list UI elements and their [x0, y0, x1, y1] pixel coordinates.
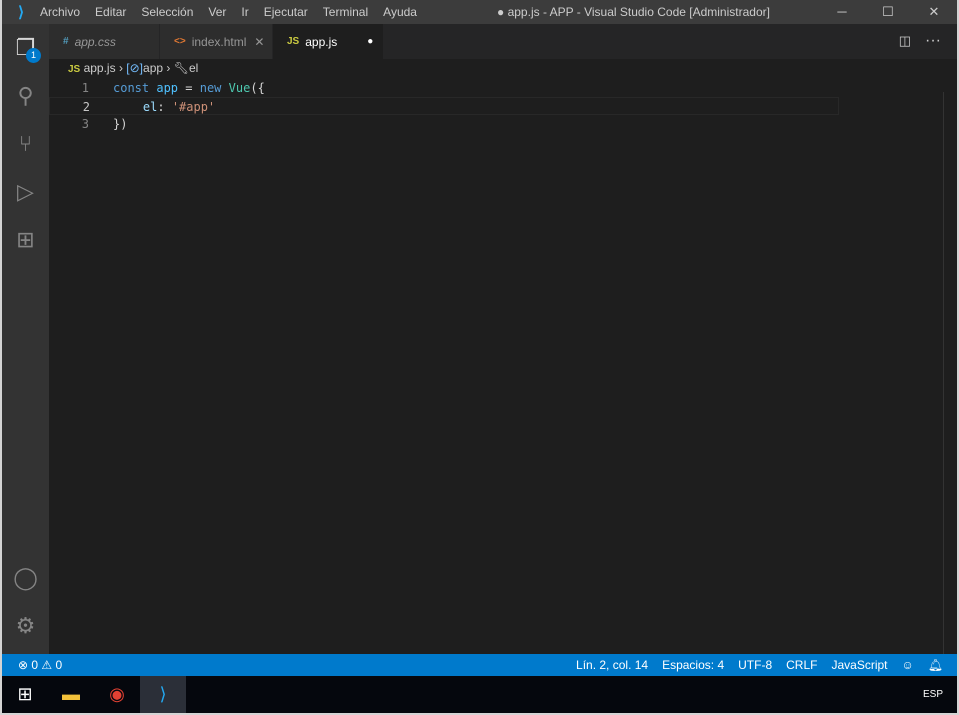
tab-label: app.js — [305, 34, 338, 49]
windows-taskbar: ⊞ ▬ ◉ ⟩ ESP — [2, 676, 957, 713]
close-tab-icon[interactable]: ✕ — [254, 35, 264, 49]
status-bar: ⊗ 0 ⚠ 0 Lín. 2, col. 14 Espacios: 4 UTF-… — [2, 654, 957, 676]
menu-bar: Archivo Editar Selección Ver Ir Ejecutar Termi… — [40, 5, 432, 19]
split-editor-icon[interactable]: ◫ — [899, 33, 911, 49]
notifications-bell-icon[interactable]: 🔔︎ — [928, 658, 943, 672]
html-file-icon: <> — [174, 36, 186, 47]
tab-label: app.css — [74, 34, 116, 49]
tab-label: index.html — [191, 34, 247, 49]
breadcrumb-app[interactable]: app — [143, 61, 163, 75]
chrome-icon[interactable]: ◉ — [94, 676, 140, 713]
tab-index-html[interactable]: <> index.html ✕ — [160, 24, 272, 59]
explorer-badge: 1 — [26, 48, 41, 63]
menu-ir[interactable]: Ir — [241, 5, 248, 19]
more-actions-icon[interactable]: ··· — [925, 32, 941, 50]
title-bar: ⟩ Archivo Editar Selección Ver Ir Ejecutar Ter… — [2, 0, 957, 24]
cursor-position[interactable]: Lín. 2, col. 14 — [576, 658, 648, 672]
extensions-icon[interactable]: ⊞ — [2, 216, 49, 264]
unsaved-dot-icon[interactable]: ● — [367, 36, 373, 47]
vscode-window: ⟩ Archivo Editar Selección Ver Ir Ejecutar Ter… — [2, 0, 957, 713]
problems-indicator[interactable]: ⊗ 0 ⚠ 0 — [18, 658, 62, 672]
language-mode[interactable]: JavaScript — [831, 658, 887, 672]
input-language[interactable]: ESP — [923, 689, 943, 700]
property-wrench-icon: 🔧︎ — [173, 61, 189, 75]
maximize-button[interactable]: ☐ — [865, 0, 911, 24]
menu-editar[interactable]: Editar — [95, 5, 126, 19]
search-icon[interactable]: ⚲ — [2, 72, 49, 120]
menu-archivo[interactable]: Archivo — [40, 5, 80, 19]
encoding[interactable]: UTF-8 — [738, 658, 772, 672]
file-explorer-icon[interactable]: ▬ — [48, 676, 94, 713]
window-title: ● app.js - APP - Visual Studio Code [Adm… — [497, 5, 770, 19]
vscode-taskbar-icon[interactable]: ⟩ — [140, 676, 186, 713]
js-file-icon: JS — [287, 36, 300, 47]
code-line: 2 el: '#app' — [49, 97, 839, 115]
code-line: 1 const app = new Vue({ — [49, 79, 839, 97]
line-number: 2 — [82, 100, 90, 114]
code-line: 3}) — [49, 115, 839, 133]
css-file-icon: # — [63, 36, 69, 47]
close-button[interactable]: ✕ — [911, 0, 957, 24]
breadcrumb-el[interactable]: el — [189, 61, 198, 75]
variable-icon: [⊘] — [126, 61, 144, 75]
code-editor[interactable]: 1 const app = new Vue({ 2 el: '#app' 3}) — [49, 79, 839, 133]
windows-start-icon[interactable]: ⊞ — [2, 676, 48, 713]
run-debug-icon[interactable]: ▷ — [2, 168, 49, 216]
menu-ejecutar[interactable]: Ejecutar — [264, 5, 308, 19]
error-count: 0 — [31, 658, 39, 672]
breadcrumb-file[interactable]: app.js — [84, 61, 116, 75]
tab-app-css[interactable]: # app.css — [49, 24, 159, 59]
settings-gear-icon[interactable]: ⚙ — [2, 602, 49, 650]
menu-terminal[interactable]: Terminal — [323, 5, 368, 19]
feedback-icon[interactable]: ☺ — [902, 658, 914, 672]
source-control-icon[interactable]: ⑂ — [2, 120, 49, 168]
minimize-button[interactable]: ─ — [819, 0, 865, 24]
line-number: 3 — [81, 117, 89, 131]
vscode-logo-icon: ⟩ — [18, 4, 24, 21]
warning-count: 0 — [55, 658, 63, 672]
menu-seleccion[interactable]: Selección — [141, 5, 193, 19]
editor-tabs: # app.css <> index.html ✕ JS app.js ● ◫ ··· — [49, 24, 957, 59]
menu-ayuda[interactable]: Ayuda — [383, 5, 417, 19]
line-ending[interactable]: CRLF — [786, 658, 817, 672]
breadcrumb: JS app.js › [⊘]app › 🔧︎el — [68, 61, 199, 75]
activity-bar: ❐ 1 ⚲ ⑂ ▷ ⊞ ◯ ⚙ — [2, 24, 49, 654]
vertical-scrollbar[interactable] — [943, 92, 957, 654]
line-number: 1 — [81, 81, 89, 95]
menu-ver[interactable]: Ver — [208, 5, 226, 19]
account-icon[interactable]: ◯ — [2, 554, 49, 602]
tab-app-js[interactable]: JS app.js ● — [273, 24, 383, 59]
explorer-icon[interactable]: ❐ 1 — [2, 24, 49, 72]
indentation[interactable]: Espacios: 4 — [662, 658, 724, 672]
